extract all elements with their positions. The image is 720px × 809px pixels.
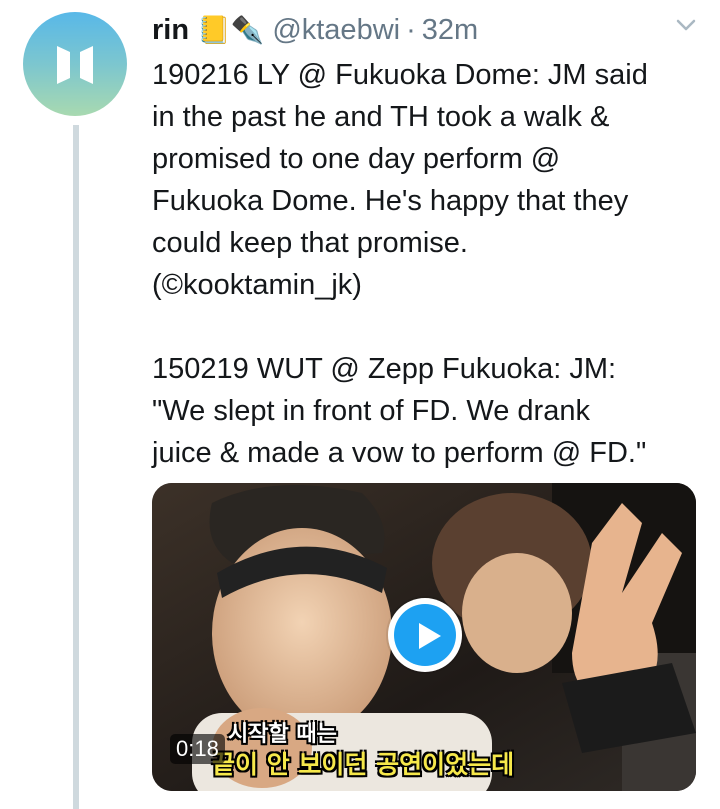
author-handle[interactable]: @ktaebwi — [272, 14, 400, 47]
tweet-header: rin 📒✒️ @ktaebwi · 32m — [152, 8, 478, 52]
author-name[interactable]: rin — [152, 14, 189, 47]
chevron-down-icon[interactable] — [676, 18, 696, 32]
avatar[interactable] — [23, 12, 127, 116]
tweet-timestamp[interactable]: 32m — [422, 14, 478, 47]
thread-line — [73, 125, 79, 809]
play-button[interactable] — [388, 598, 462, 672]
play-icon — [394, 604, 456, 666]
author-emoji: 📒✒️ — [197, 15, 265, 46]
tweet-text: 190216 LY @ Fukuoka Dome: JM said in the… — [152, 59, 648, 469]
video-duration: 0:18 — [170, 734, 225, 764]
bts-logo-icon — [57, 46, 93, 84]
video-subtitle-line2: 끝이 안 보이던 공연이었는데 — [212, 750, 515, 779]
separator-dot: · — [406, 13, 416, 46]
video-subtitle-line1: 시작할 때는 — [228, 722, 337, 747]
